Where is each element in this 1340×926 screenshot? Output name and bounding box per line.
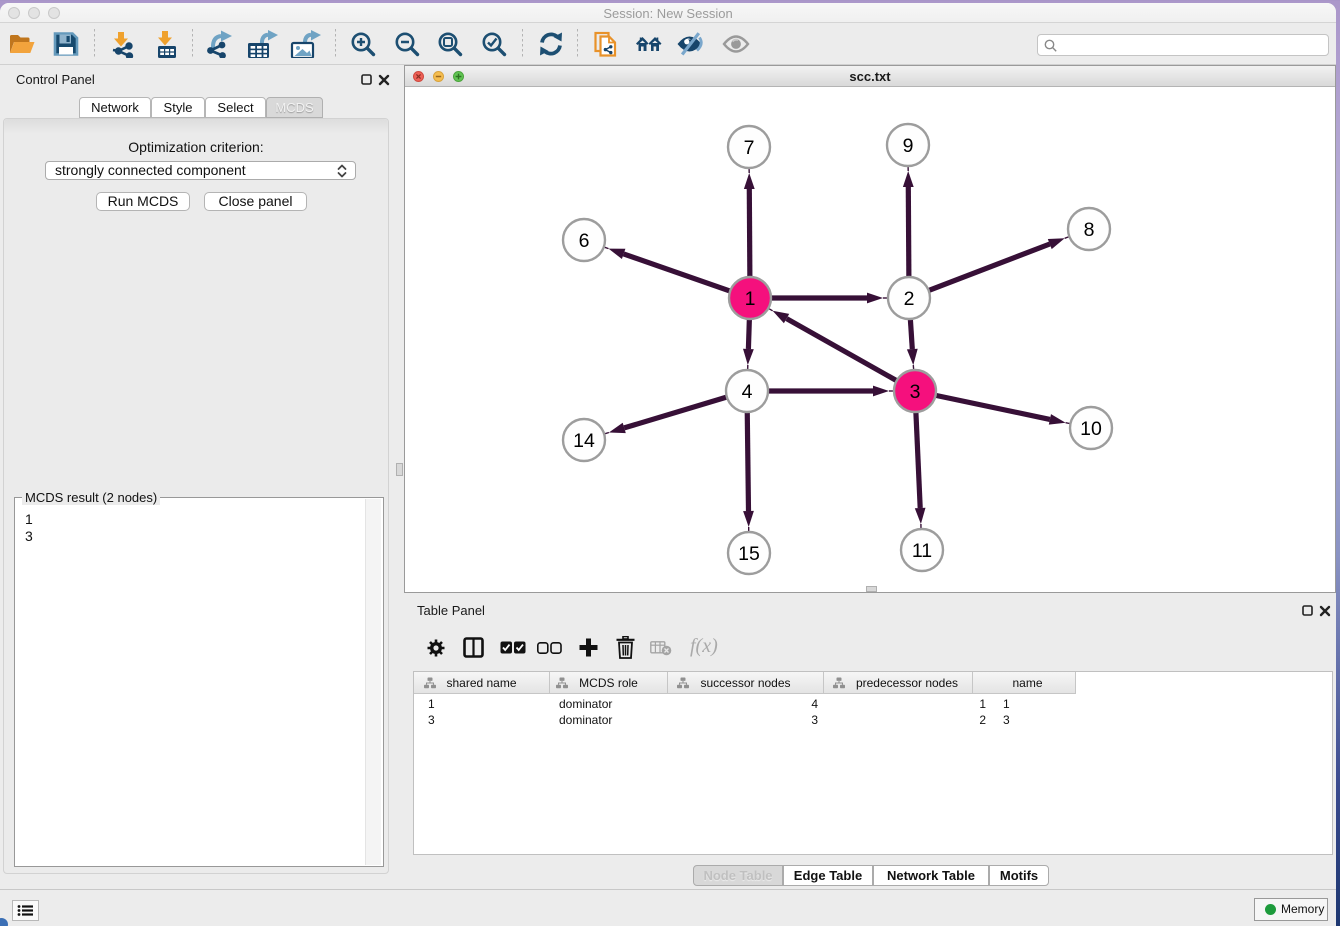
svg-text:6: 6: [579, 230, 590, 252]
svg-text:15: 15: [738, 543, 760, 565]
svg-text:3: 3: [910, 381, 921, 403]
svg-text:1: 1: [745, 288, 756, 310]
svg-text:4: 4: [742, 381, 753, 403]
svg-text:7: 7: [744, 137, 755, 159]
svg-text:9: 9: [903, 135, 914, 157]
svg-text:8: 8: [1084, 219, 1095, 241]
svg-text:11: 11: [912, 540, 932, 562]
svg-text:2: 2: [904, 288, 915, 310]
svg-text:14: 14: [573, 430, 595, 452]
svg-text:10: 10: [1080, 418, 1102, 440]
